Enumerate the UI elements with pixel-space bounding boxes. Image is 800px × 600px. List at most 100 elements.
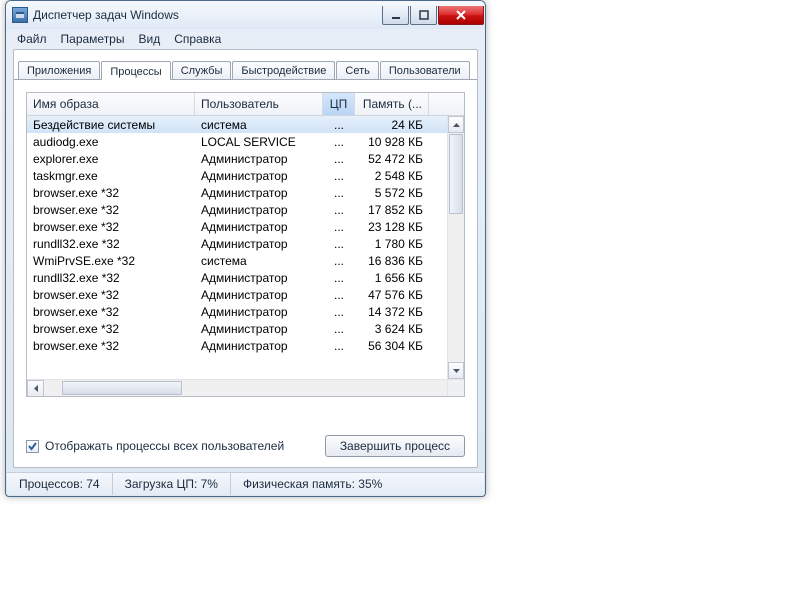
- cell-cpu: ...: [323, 286, 355, 303]
- table-row[interactable]: Бездействие системысистема...24 КБ: [27, 116, 447, 133]
- table-row[interactable]: browser.exe *32Администратор...47 576 КБ: [27, 286, 447, 303]
- col-image[interactable]: Имя образа: [27, 93, 195, 115]
- col-memory[interactable]: Память (...: [355, 93, 429, 115]
- tab-networking[interactable]: Сеть: [336, 61, 378, 79]
- cell-cpu: ...: [323, 167, 355, 184]
- cell-image: explorer.exe: [27, 150, 195, 167]
- table-row[interactable]: browser.exe *32Администратор...5 572 КБ: [27, 184, 447, 201]
- cell-memory: 52 472 КБ: [355, 150, 429, 167]
- menu-options[interactable]: Параметры: [54, 31, 132, 47]
- tab-performance[interactable]: Быстродействие: [232, 61, 335, 79]
- title-bar[interactable]: Диспетчер задач Windows: [6, 1, 485, 29]
- list-body: Бездействие системысистема...24 КБaudiod…: [27, 116, 464, 396]
- menu-view[interactable]: Вид: [131, 31, 167, 47]
- cell-image: Бездействие системы: [27, 116, 195, 133]
- checkbox-icon: [26, 440, 39, 453]
- maximize-button[interactable]: [410, 6, 437, 25]
- table-row[interactable]: browser.exe *32Администратор...17 852 КБ: [27, 201, 447, 218]
- status-cpu: Загрузка ЦП: 7%: [113, 473, 231, 495]
- cell-cpu: ...: [323, 303, 355, 320]
- scroll-corner: [447, 379, 464, 396]
- cell-image: rundll32.exe *32: [27, 235, 195, 252]
- menu-file[interactable]: Файл: [10, 31, 54, 47]
- minimize-button[interactable]: [382, 6, 409, 25]
- table-row[interactable]: browser.exe *32Администратор...23 128 КБ: [27, 218, 447, 235]
- end-process-button[interactable]: Завершить процесс: [325, 435, 465, 457]
- cell-cpu: ...: [323, 269, 355, 286]
- cell-memory: 14 372 КБ: [355, 303, 429, 320]
- show-all-users-checkbox[interactable]: Отображать процессы всех пользователей: [26, 439, 284, 453]
- cell-image: browser.exe *32: [27, 320, 195, 337]
- col-cpu[interactable]: ЦП: [323, 93, 355, 115]
- cell-user: Администратор: [195, 269, 323, 286]
- scroll-thumb[interactable]: [449, 134, 463, 214]
- cell-memory: 23 128 КБ: [355, 218, 429, 235]
- hscroll-thumb[interactable]: [62, 381, 182, 395]
- cell-image: browser.exe *32: [27, 184, 195, 201]
- cell-image: audiodg.exe: [27, 133, 195, 150]
- table-row[interactable]: browser.exe *32Администратор...3 624 КБ: [27, 320, 447, 337]
- menu-bar: Файл Параметры Вид Справка: [6, 29, 485, 49]
- scroll-down-icon[interactable]: [448, 362, 464, 379]
- cell-cpu: ...: [323, 218, 355, 235]
- scroll-left-icon[interactable]: [27, 380, 44, 396]
- cell-user: LOCAL SERVICE: [195, 133, 323, 150]
- table-row[interactable]: rundll32.exe *32Администратор...1 656 КБ: [27, 269, 447, 286]
- list-header: Имя образа Пользователь ЦП Память (...: [27, 93, 464, 116]
- client-area: Приложения Процессы Службы Быстродействи…: [13, 49, 478, 468]
- table-row[interactable]: WmiPrvSE.exe *32система...16 836 КБ: [27, 252, 447, 269]
- cell-user: Администратор: [195, 286, 323, 303]
- table-row[interactable]: audiodg.exeLOCAL SERVICE...10 928 КБ: [27, 133, 447, 150]
- table-row[interactable]: rundll32.exe *32Администратор...1 780 КБ: [27, 235, 447, 252]
- tab-processes[interactable]: Процессы: [101, 61, 170, 80]
- cell-cpu: ...: [323, 116, 355, 133]
- cell-memory: 56 304 КБ: [355, 337, 429, 354]
- cell-cpu: ...: [323, 201, 355, 218]
- cell-memory: 10 928 КБ: [355, 133, 429, 150]
- app-icon: [12, 7, 28, 23]
- cell-cpu: ...: [323, 320, 355, 337]
- cell-memory: 1 780 КБ: [355, 235, 429, 252]
- cell-cpu: ...: [323, 252, 355, 269]
- tab-users[interactable]: Пользователи: [380, 61, 470, 79]
- scroll-up-icon[interactable]: [448, 116, 464, 133]
- cell-memory: 47 576 КБ: [355, 286, 429, 303]
- cell-user: система: [195, 252, 323, 269]
- cell-user: Администратор: [195, 235, 323, 252]
- cell-user: Администратор: [195, 337, 323, 354]
- cell-image: browser.exe *32: [27, 286, 195, 303]
- status-processes: Процессов: 74: [7, 473, 113, 495]
- cell-image: browser.exe *32: [27, 337, 195, 354]
- cell-user: система: [195, 116, 323, 133]
- cell-image: taskmgr.exe: [27, 167, 195, 184]
- tab-services[interactable]: Службы: [172, 61, 232, 79]
- task-manager-window: Диспетчер задач Windows Файл Параметры В…: [5, 0, 486, 497]
- cell-user: Администратор: [195, 184, 323, 201]
- table-row[interactable]: explorer.exeАдминистратор...52 472 КБ: [27, 150, 447, 167]
- vertical-scrollbar[interactable]: [447, 116, 464, 379]
- table-row[interactable]: browser.exe *32Администратор...14 372 КБ: [27, 303, 447, 320]
- process-list[interactable]: Имя образа Пользователь ЦП Память (... Б…: [26, 92, 465, 397]
- table-row[interactable]: browser.exe *32Администратор...56 304 КБ: [27, 337, 447, 354]
- horizontal-scrollbar[interactable]: [27, 379, 447, 396]
- checkbox-label: Отображать процессы всех пользователей: [45, 439, 284, 453]
- cell-user: Администратор: [195, 167, 323, 184]
- table-row[interactable]: taskmgr.exeАдминистратор...2 548 КБ: [27, 167, 447, 184]
- cell-memory: 1 656 КБ: [355, 269, 429, 286]
- cell-memory: 24 КБ: [355, 116, 429, 133]
- bottom-controls: Отображать процессы всех пользователей З…: [26, 435, 465, 457]
- cell-image: browser.exe *32: [27, 218, 195, 235]
- window-title: Диспетчер задач Windows: [33, 8, 381, 22]
- menu-help[interactable]: Справка: [167, 31, 228, 47]
- cell-user: Администратор: [195, 150, 323, 167]
- processes-page: Имя образа Пользователь ЦП Память (... Б…: [14, 80, 477, 467]
- cell-cpu: ...: [323, 133, 355, 150]
- close-button[interactable]: [438, 6, 484, 25]
- tab-applications[interactable]: Приложения: [18, 61, 100, 79]
- tabs: Приложения Процессы Службы Быстродействи…: [14, 56, 477, 80]
- status-memory: Физическая память: 35%: [231, 473, 394, 495]
- cell-cpu: ...: [323, 235, 355, 252]
- col-user[interactable]: Пользователь: [195, 93, 323, 115]
- cell-user: Администратор: [195, 218, 323, 235]
- cell-cpu: ...: [323, 184, 355, 201]
